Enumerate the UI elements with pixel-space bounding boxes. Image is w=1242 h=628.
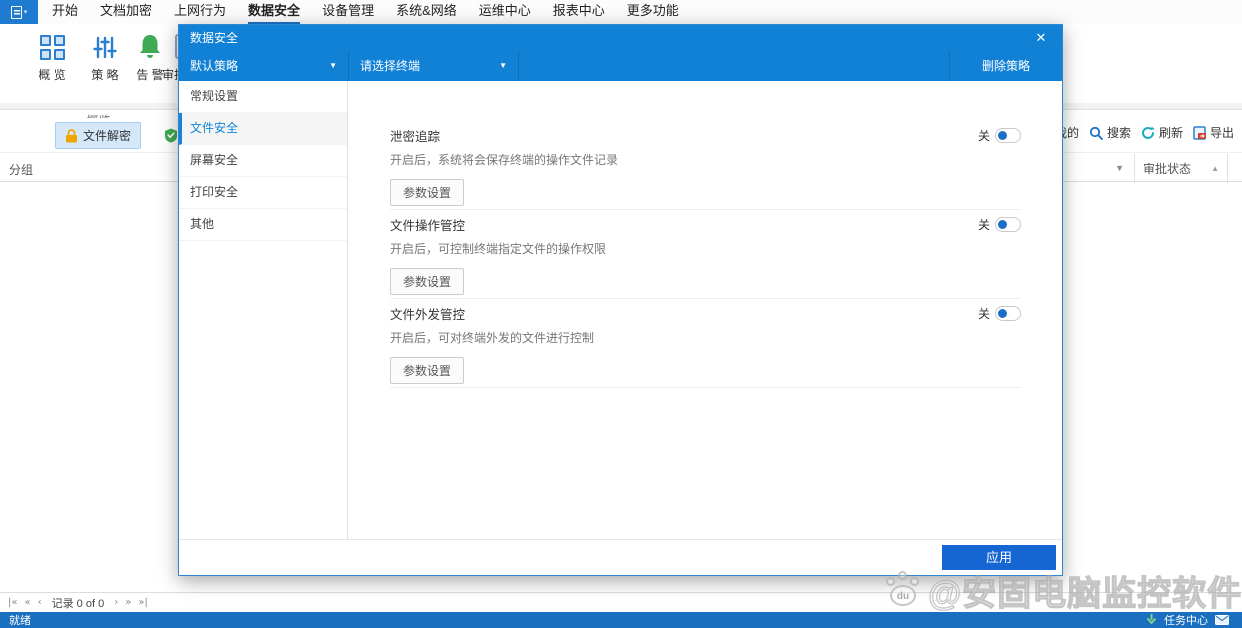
app-icon (11, 6, 22, 19)
approval-status-label: 审批状态 (1143, 160, 1191, 177)
file-decrypt-label: 文件解密 (83, 127, 131, 144)
refresh-icon (1141, 126, 1155, 140)
dialog-title-bar: 数据安全 ✕ (179, 25, 1062, 51)
menu-item-doc-encrypt[interactable]: 文档加密 (100, 0, 152, 24)
policy-select[interactable]: 默认策略 ▼ (179, 51, 349, 81)
menu-item-web-behavior[interactable]: 上网行为 (174, 0, 226, 24)
sidebar-item-print-security[interactable]: 打印安全 (179, 177, 347, 209)
data-security-dialog: 数据安全 ✕ 默认策略 ▼ 请选择终端 ▼ 删除策略 常规设置 文件安全 屏幕安… (178, 24, 1063, 576)
toggle-knob (998, 220, 1007, 229)
menu-item-ops-center[interactable]: 运维中心 (479, 0, 531, 24)
section-file-operation-control: 文件操作管控 关 开启后，可控制终端指定文件的操作权限 参数设置 (390, 210, 1021, 299)
policy-select-value: 默认策略 (190, 59, 238, 73)
toggle-state-label: 关 (978, 305, 990, 322)
status-ready-label: 就绪 (9, 612, 31, 628)
delete-policy-button[interactable]: 删除策略 (949, 51, 1062, 81)
fast-next-button[interactable]: » (125, 597, 131, 608)
dialog-body: 常规设置 文件安全 屏幕安全 打印安全 其他 泄密追踪 关 开启后，系统将会保存… (179, 81, 1062, 539)
fast-prev-button[interactable]: « (25, 597, 31, 608)
message-envelope-icon[interactable] (1215, 615, 1229, 625)
pagination-bar: |« « ‹ 记录 0 of 0 › » »| (0, 592, 1242, 612)
dialog-policy-toolbar: 默认策略 ▼ 请选择终端 ▼ 删除策略 (179, 51, 1062, 81)
chevron-down-icon: ▼ (329, 51, 337, 81)
toggle-knob (998, 309, 1007, 318)
section-title: 文件操作管控 (390, 215, 465, 234)
status-bar: 就绪 任务中心 (0, 612, 1242, 628)
param-settings-button[interactable]: 参数设置 (390, 357, 464, 384)
toggle-state-label: 关 (978, 216, 990, 233)
menu-item-start[interactable]: 开始 (52, 0, 78, 24)
section-title: 文件外发管控 (390, 304, 465, 323)
dialog-footer: 应用 (179, 539, 1062, 575)
section-title: 泄密追踪 (390, 126, 440, 145)
menu-item-data-security[interactable]: 数据安全 (248, 0, 300, 24)
param-settings-button[interactable]: 参数设置 (390, 268, 464, 295)
toggle-knob (998, 131, 1007, 140)
refresh-label: 刷新 (1159, 124, 1183, 141)
task-center-button[interactable]: 任务中心 (1164, 612, 1208, 628)
ribbon-tool-label: 策 略 (91, 68, 118, 82)
section-description: 开启后，可控制终端指定文件的操作权限 (390, 240, 1021, 257)
terminal-select-value: 请选择终端 (360, 59, 420, 73)
sidebar-item-screen-security[interactable]: 屏幕安全 (179, 145, 347, 177)
menu-item-more[interactable]: 更多功能 (627, 0, 679, 24)
record-count-label: 记录 0 of 0 (52, 595, 105, 611)
leak-tracking-toggle[interactable] (995, 128, 1021, 143)
dialog-sidebar: 常规设置 文件安全 屏幕安全 打印安全 其他 (179, 81, 348, 539)
first-page-button[interactable]: |« (8, 597, 18, 608)
section-description: 开启后，系统将会保存终端的操作文件记录 (390, 151, 1021, 168)
sidebar-item-other[interactable]: 其他 (179, 209, 347, 241)
menu-item-device-mgmt[interactable]: 设备管理 (322, 0, 374, 24)
section-leak-tracking: 泄密追踪 关 开启后，系统将会保存终端的操作文件记录 参数设置 (390, 121, 1021, 210)
section-file-outgoing-control: 文件外发管控 关 开启后，可对终端外发的文件进行控制 参数设置 (390, 299, 1021, 388)
dialog-title: 数据安全 (190, 31, 238, 45)
next-page-button[interactable]: › (114, 597, 118, 608)
export-button[interactable]: 导出 (1193, 124, 1234, 141)
menu-item-system-network[interactable]: 系统&网络 (396, 0, 457, 24)
table-headers: ▼ 审批状态 ▲ (1105, 153, 1228, 183)
file-decrypt-button[interactable]: 文件解密 (55, 122, 141, 149)
sidebar-item-file-security[interactable]: 文件安全 (179, 113, 347, 145)
column-filter-dropdown[interactable]: ▼ (1105, 163, 1134, 173)
shield-icon (164, 128, 178, 143)
download-arrow-icon (1146, 614, 1157, 626)
ribbon-tool-policy[interactable]: 策 略 (81, 28, 129, 83)
menu-bar: ▾ 开始 文档加密 上网行为 数据安全 设备管理 系统&网络 运维中心 报表中心… (0, 0, 1242, 24)
terminal-select[interactable]: 请选择终端 ▼ (349, 51, 519, 81)
file-operation-toggle[interactable] (995, 217, 1021, 232)
app-menu-button[interactable]: ▾ (0, 0, 38, 24)
lock-icon (65, 129, 78, 143)
sort-asc-icon: ▲ (1211, 164, 1219, 173)
ribbon-tool-label: 告 警 (136, 68, 163, 82)
chevron-down-icon: ▾ (24, 8, 28, 16)
sliders-icon (81, 28, 129, 60)
file-outgoing-toggle[interactable] (995, 306, 1021, 321)
ribbon-tool-overview[interactable]: 概 览 (28, 28, 76, 83)
menu-item-report-center[interactable]: 报表中心 (553, 0, 605, 24)
toggle-state-label: 关 (978, 127, 990, 144)
export-label: 导出 (1210, 124, 1234, 141)
search-icon (1089, 126, 1103, 140)
grid-icon (28, 28, 76, 60)
app-window: ▾ 开始 文档加密 上网行为 数据安全 设备管理 系统&网络 运维中心 报表中心… (0, 0, 1242, 628)
param-settings-button[interactable]: 参数设置 (390, 179, 464, 206)
dialog-content: 泄密追踪 关 开启后，系统将会保存终端的操作文件记录 参数设置 文件操作管控 关 (349, 81, 1062, 539)
search-label: 搜索 (1107, 124, 1131, 141)
menu-items: 开始 文档加密 上网行为 数据安全 设备管理 系统&网络 运维中心 报表中心 更… (52, 0, 679, 24)
close-icon[interactable]: ✕ (1030, 25, 1052, 51)
column-header-approval-status[interactable]: 审批状态 ▲ (1135, 160, 1227, 177)
export-file-icon (1193, 126, 1206, 140)
sidebar-item-general[interactable]: 常规设置 (179, 81, 347, 113)
prev-page-button[interactable]: ‹ (38, 597, 42, 608)
ribbon-tool-label: 概 览 (38, 68, 65, 82)
apply-button[interactable]: 应用 (942, 545, 1056, 570)
column-divider (1227, 154, 1228, 183)
last-page-button[interactable]: »| (138, 597, 148, 608)
refresh-button[interactable]: 刷新 (1141, 124, 1183, 141)
status-bar-right: 任务中心 (1146, 612, 1229, 628)
chevron-down-icon: ▼ (499, 51, 507, 81)
search-button[interactable]: 搜索 (1089, 124, 1131, 141)
section-description: 开启后，可对终端外发的文件进行控制 (390, 329, 1021, 346)
group-panel-header: 分组 (9, 161, 33, 178)
